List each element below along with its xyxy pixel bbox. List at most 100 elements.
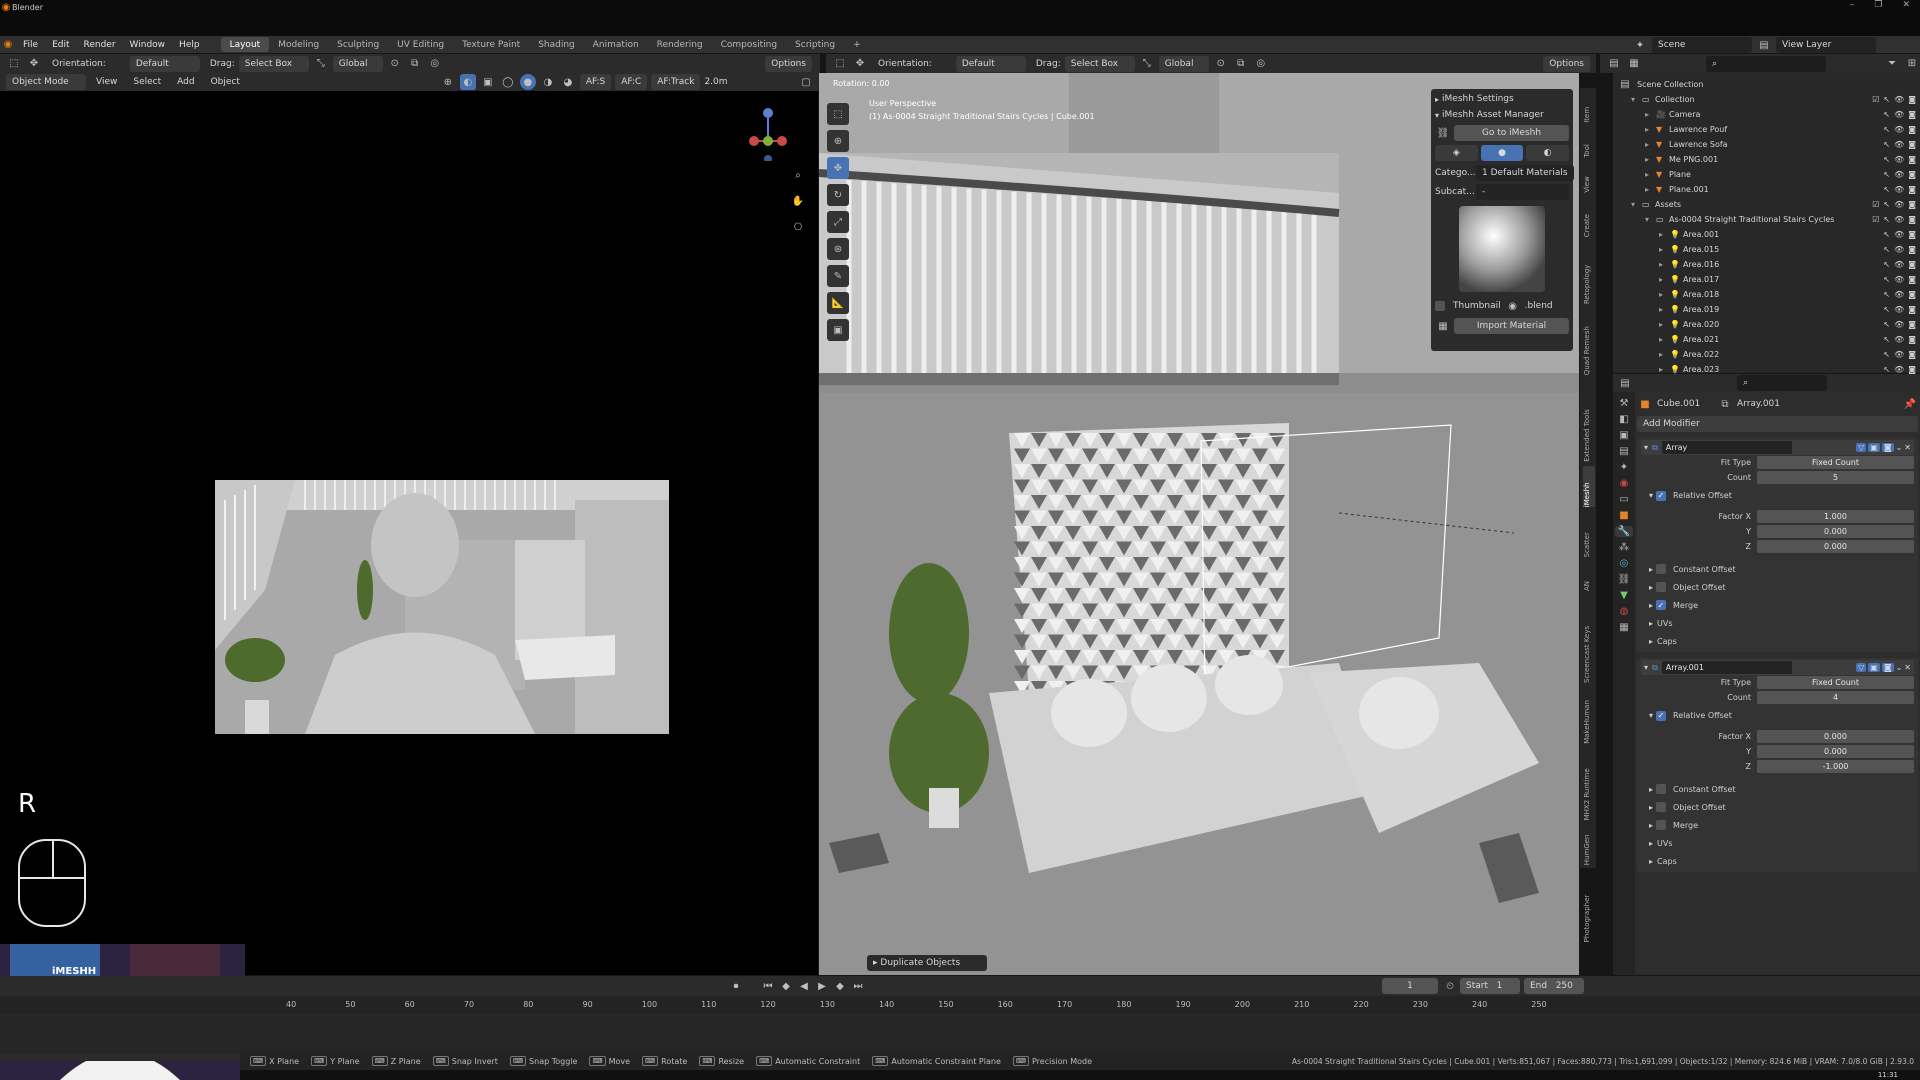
camera-settings-icon[interactable]: ▢ xyxy=(798,74,814,90)
expand-arrow-icon[interactable]: ▸ xyxy=(1645,110,1653,119)
proportional-icon[interactable]: ◎ xyxy=(1253,56,1269,72)
editor-type-icon[interactable]: ▤ xyxy=(1617,375,1633,391)
fit-type-field[interactable]: Fixed Count xyxy=(1757,456,1914,469)
expand-arrow-icon[interactable]: ▸ xyxy=(1659,350,1667,359)
tab-layout[interactable]: Layout xyxy=(220,37,270,52)
eye-icon[interactable]: 👁 xyxy=(1894,290,1904,299)
uvs-subpanel[interactable]: UVs xyxy=(1657,839,1673,848)
tab-sculpting[interactable]: Sculpting xyxy=(328,37,388,52)
factor-z-field[interactable]: -1.000 xyxy=(1757,760,1914,773)
data-tab-icon[interactable]: ▼ xyxy=(1620,590,1628,601)
factor-x-field[interactable]: 1.000 xyxy=(1757,510,1914,523)
wireframe-shading-icon[interactable]: ◯ xyxy=(500,74,516,90)
select-arrow-icon[interactable]: ↖ xyxy=(1883,320,1890,329)
outliner-item[interactable]: ▸ 🎥 Camera ↖ 👁 ◙ xyxy=(1617,107,1920,122)
factor-y-field[interactable]: 0.000 xyxy=(1757,745,1914,758)
collapse-arrow-icon[interactable]: ▾ xyxy=(1644,663,1648,672)
sidebar-tab-tool[interactable]: Tool xyxy=(1583,127,1595,158)
add-modifier-dropdown[interactable]: Add Modifier xyxy=(1637,416,1918,432)
sidebar-tab-retopology[interactable]: Retopology xyxy=(1583,242,1595,303)
tab-modeling[interactable]: Modeling xyxy=(269,37,328,52)
eye-icon[interactable]: 👁 xyxy=(1894,365,1904,374)
outliner-item[interactable]: ▸ ▼ Plane ↖ 👁 ◙ xyxy=(1617,167,1920,182)
select-arrow-icon[interactable]: ↖ xyxy=(1883,185,1890,194)
object-tab-icon[interactable]: ■ xyxy=(1619,510,1628,521)
realtime-icon[interactable]: ▣ xyxy=(1868,443,1880,452)
category-dropdown[interactable]: 1 Default Materials xyxy=(1476,165,1574,181)
dropdown-icon[interactable]: ⌄ xyxy=(1896,663,1903,672)
proportional-icon[interactable]: ◎ xyxy=(427,56,443,72)
collapse-arrow-icon[interactable]: ▾ xyxy=(1649,711,1653,720)
camera-render-icon[interactable]: ◙ xyxy=(1908,320,1916,329)
realtime-icon[interactable]: ▣ xyxy=(1868,663,1880,672)
drag-dropdown[interactable]: Select Box xyxy=(238,55,309,72)
outliner-item[interactable]: ▸ 💡 Area.001 ↖ 👁 ◙ xyxy=(1617,227,1920,242)
camera-render-icon[interactable]: ◙ xyxy=(1908,170,1916,179)
sidebar-tab-humgen[interactable]: HumGen xyxy=(1583,824,1595,866)
modifier-name-field[interactable]: Array.001 xyxy=(1661,661,1792,674)
sidebar-tab-view[interactable]: View xyxy=(1583,162,1595,193)
redo-panel-duplicate-objects[interactable]: ▸ Duplicate Objects xyxy=(867,955,987,971)
collapse-arrow-icon[interactable]: ▾ xyxy=(1644,443,1648,452)
sidebar-tab-extended-tools[interactable]: Extended Tools xyxy=(1583,379,1595,462)
thumbnail-checkbox[interactable] xyxy=(1435,301,1445,311)
scale-tool-icon[interactable]: ⤢ xyxy=(827,211,849,233)
camera-render-icon[interactable]: ◙ xyxy=(1908,95,1916,104)
select-arrow-icon[interactable]: ↖ xyxy=(1883,200,1890,209)
eye-icon[interactable]: 👁 xyxy=(1894,260,1904,269)
camera-viewport[interactable]: ⌕ ✋ ⎔ R xyxy=(0,91,818,975)
caps-subpanel[interactable]: Caps xyxy=(1657,637,1677,646)
pan-hand-icon[interactable]: ✋ xyxy=(790,193,806,209)
camera-render-icon[interactable]: ◙ xyxy=(1908,305,1916,314)
play-reverse-icon[interactable]: ◀ xyxy=(796,978,812,994)
select-arrow-icon[interactable]: ↖ xyxy=(1883,245,1890,254)
select-tool-icon[interactable]: ⬚ xyxy=(832,56,848,72)
merge-checkbox[interactable]: ✓ xyxy=(1656,600,1667,610)
display-mode-icon[interactable]: ▦ xyxy=(1626,56,1642,72)
camera-render-icon[interactable]: ◙ xyxy=(1908,275,1916,284)
modifier-tab-icon[interactable]: 🔧 xyxy=(1614,526,1634,537)
modifier-name-field[interactable]: Array xyxy=(1661,441,1792,454)
menu-edit[interactable]: Edit xyxy=(45,40,76,50)
select-arrow-icon[interactable]: ↖ xyxy=(1883,170,1890,179)
select-arrow-icon[interactable]: ↖ xyxy=(1883,230,1890,239)
constant-offset-checkbox[interactable] xyxy=(1656,784,1667,794)
measure-tool-icon[interactable]: 📐 xyxy=(827,292,849,314)
world-tab-icon[interactable]: ◉ xyxy=(1620,478,1629,489)
minimize-icon[interactable]: – xyxy=(1850,0,1855,10)
subcategory-dropdown[interactable]: - xyxy=(1476,184,1569,200)
eye-icon[interactable]: 👁 xyxy=(1894,305,1904,314)
menu-window[interactable]: Window xyxy=(123,40,173,50)
expand-arrow-icon[interactable]: ▸ xyxy=(1649,583,1653,592)
outliner-item[interactable]: ▸ ▼ Lawrence Pouf ↖ 👁 ◙ xyxy=(1617,122,1920,137)
main-3d-viewport[interactable]: Rotation: 0.00 User Perspective (1) As-0… xyxy=(819,73,1579,975)
modifier-header[interactable]: ▾ ⧉ Array.001 ▽ ▣ ◙ ⌄ ✕ xyxy=(1641,660,1914,675)
camera-render-icon[interactable]: ◙ xyxy=(1908,245,1916,254)
caps-subpanel[interactable]: Caps xyxy=(1657,857,1677,866)
sidebar-tab-makehuman[interactable]: MakeHuman xyxy=(1583,687,1595,744)
expand-arrow-icon[interactable]: ▸ xyxy=(1649,803,1653,812)
eye-icon[interactable]: 👁 xyxy=(1894,140,1904,149)
outliner-item[interactable]: ▸ 💡 Area.016 ↖ 👁 ◙ xyxy=(1617,257,1920,272)
move-icon[interactable]: ✥ xyxy=(26,56,42,72)
expand-arrow-icon[interactable]: ▸ xyxy=(1659,245,1667,254)
expand-arrow-icon[interactable]: ▸ xyxy=(1649,619,1653,628)
snap-icon[interactable]: ⧉ xyxy=(407,56,423,72)
end-frame-field[interactable]: End 250 xyxy=(1524,978,1584,994)
tab-uv-editing[interactable]: UV Editing xyxy=(388,37,453,52)
move-icon[interactable]: ✥ xyxy=(852,56,868,72)
expand-arrow-icon[interactable]: ▸ xyxy=(1649,821,1653,830)
transform-dropdown[interactable]: Global xyxy=(1158,55,1209,72)
constant-offset-checkbox[interactable] xyxy=(1656,564,1667,574)
sidebar-tab-photographer[interactable]: Photographer xyxy=(1583,870,1595,942)
select-menu[interactable]: Select xyxy=(127,74,167,90)
expand-arrow-icon[interactable]: ▾ xyxy=(1631,95,1639,104)
select-arrow-icon[interactable]: ↖ xyxy=(1883,155,1890,164)
models-tab-icon[interactable]: ◈ xyxy=(1435,145,1478,161)
outliner-item[interactable]: ▾ ▭ As-0004 Straight Traditional Stairs Cy… xyxy=(1617,212,1920,227)
factor-y-field[interactable]: 0.000 xyxy=(1757,525,1914,538)
relative-offset-checkbox[interactable]: ✓ xyxy=(1656,710,1667,721)
goto-imeshh-button[interactable]: Go to iMeshh xyxy=(1454,125,1569,141)
edit-mode-icon[interactable]: ▽ xyxy=(1856,663,1867,672)
sidebar-tab-create[interactable]: Create xyxy=(1583,196,1595,237)
